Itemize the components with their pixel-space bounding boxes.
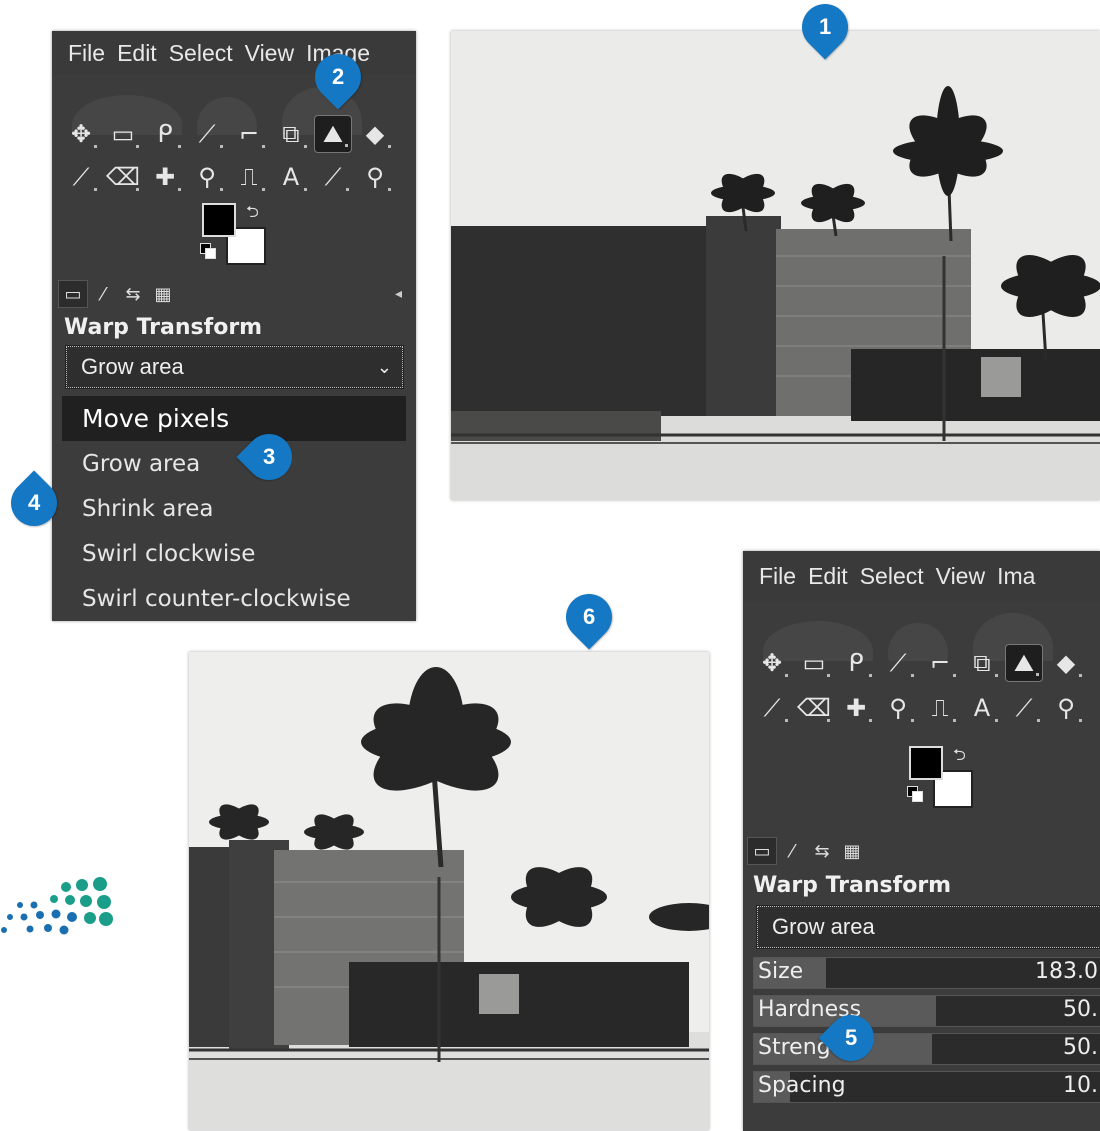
dock-menu-icon[interactable]: ◂ [395,286,402,302]
foreground-color-swatch[interactable] [909,746,943,780]
menu-select[interactable]: Select [860,563,924,590]
menu-edit[interactable]: Edit [808,563,848,590]
unified-transform-icon[interactable]: ⧉ [963,644,1001,682]
fuzzy-select-icon[interactable]: ⟋ [188,115,226,153]
unified-transform-icon[interactable]: ⧉ [272,115,310,153]
bucket-fill-icon[interactable]: ◆ [356,115,394,153]
menu-bar: File Edit Select View Ima [743,551,1100,601]
foreground-color-swatch[interactable] [202,203,236,237]
tool-options-title: Warp Transform [64,315,263,340]
option-swirl-clockwise[interactable]: Swirl clockwise [62,531,406,576]
gimp-panel-dropdown: File Edit Select View Image ✥ ▭ ᑭ ⟋ ⌐ ⧉ … [52,31,416,621]
paintbrush-icon[interactable]: ⟋ [62,158,100,196]
warp-mode-value: Grow area [81,354,184,379]
paths-icon[interactable]: ⎍ [230,158,268,196]
size-slider[interactable]: Size 183.0 [753,957,1100,989]
toolbox-row1: ✥ ▭ ᑭ ⟋ ⌐ ⧉ ⛰ ◆ [753,644,1093,682]
option-move-pixels[interactable]: Move pixels [62,396,406,441]
free-select-icon[interactable]: ᑭ [146,115,184,153]
menu-select[interactable]: Select [169,40,233,67]
text-icon[interactable]: A [272,158,310,196]
default-colors-icon[interactable] [907,786,923,802]
fort-photo-grown [189,652,709,1130]
original-photo [451,31,1100,500]
menu-view[interactable]: View [936,563,985,590]
toolbox-row1: ✥ ▭ ᑭ ⟋ ⌐ ⧉ ⛰ ◆ [62,115,402,153]
eraser-icon[interactable]: ⌫ [795,689,833,727]
swap-colors-icon[interactable]: ⮌ [953,744,966,771]
move-tool-icon[interactable]: ✥ [62,115,100,153]
chevron-down-icon: ⌄ [376,356,392,377]
images-tab-icon[interactable]: ▦ [148,280,178,308]
heal-icon[interactable]: ✚ [837,689,875,727]
undo-history-tab-icon[interactable]: ⇆ [807,837,837,865]
crop-icon[interactable]: ⌐ [921,644,959,682]
slider-value: 50. [1063,997,1098,1022]
spacing-slider[interactable]: Spacing 10. [753,1071,1100,1103]
ministry-logo [0,875,120,975]
tool-options-tab-icon[interactable]: ▭ [747,837,777,865]
hardness-slider[interactable]: Hardness 50. [753,995,1100,1027]
eraser-icon[interactable]: ⌫ [104,158,142,196]
smudge-icon[interactable]: ⚲ [188,158,226,196]
fg-bg-colors[interactable]: ⮌ [907,744,979,810]
paintbrush-icon[interactable]: ⟋ [753,689,791,727]
warp-mode-dropdown: Move pixels Grow area Shrink area Swirl … [62,396,406,621]
dock-tabs: ▭ ⁄ ⇆ ▦ ◂ [58,279,410,309]
heal-icon[interactable]: ✚ [146,158,184,196]
device-status-tab-icon[interactable]: ⁄ [777,837,807,865]
smudge-icon[interactable]: ⚲ [879,689,917,727]
warp-transform-icon[interactable]: ⛰ [1005,644,1043,682]
gimp-panel-options: File Edit Select View Ima ✥ ▭ ᑭ ⟋ ⌐ ⧉ ⛰ … [743,551,1100,1131]
toolbox-row2: ⟋ ⌫ ✚ ⚲ ⎍ A ⟋ ⚲ [753,689,1093,727]
bucket-fill-icon[interactable]: ◆ [1047,644,1085,682]
warp-mode-select[interactable]: Grow area [756,905,1100,949]
warped-photo [189,652,709,1130]
slider-value: 10. [1063,1073,1098,1098]
dot-logo-icon [1,877,113,935]
zoom-icon[interactable]: ⚲ [1047,689,1085,727]
slider-label: Size [758,959,804,984]
slider-value: 183.0 [1035,959,1098,984]
color-picker-icon[interactable]: ⟋ [314,158,352,196]
toolbox-row2: ⟋ ⌫ ✚ ⚲ ⎍ A ⟋ ⚲ [62,158,402,196]
menu-view[interactable]: View [245,40,294,67]
free-select-icon[interactable]: ᑭ [837,644,875,682]
images-tab-icon[interactable]: ▦ [837,837,867,865]
fg-bg-colors[interactable]: ⮌ [200,201,272,267]
fort-photo-original [451,31,1100,500]
tool-options-title: Warp Transform [753,873,952,898]
callout-6: 6 [556,584,622,650]
color-picker-icon[interactable]: ⟋ [1005,689,1043,727]
strength-slider[interactable]: Strength 50. [753,1033,1100,1065]
fuzzy-select-icon[interactable]: ⟋ [879,644,917,682]
dock-tabs: ▭ ⁄ ⇆ ▦ [747,836,1094,866]
option-swirl-counter-clockwise[interactable]: Swirl counter-clockwise [62,576,406,621]
device-status-tab-icon[interactable]: ⁄ [88,280,118,308]
menu-file[interactable]: File [759,563,796,590]
rect-select-icon[interactable]: ▭ [104,115,142,153]
tool-options-tab-icon[interactable]: ▭ [58,280,88,308]
menu-file[interactable]: File [68,40,105,67]
menu-edit[interactable]: Edit [117,40,157,67]
option-shrink-area[interactable]: Shrink area [62,486,406,531]
warp-mode-value: Grow area [772,914,875,939]
default-colors-icon[interactable] [200,243,216,259]
paths-icon[interactable]: ⎍ [921,689,959,727]
warp-transform-icon[interactable]: ⛰ [314,115,352,153]
option-grow-area[interactable]: Grow area [62,441,406,486]
menu-bar: File Edit Select View Image [52,31,416,75]
zoom-icon[interactable]: ⚲ [356,158,394,196]
swap-colors-icon[interactable]: ⮌ [246,201,259,228]
slider-label: Spacing [758,1073,846,1098]
slider-value: 50. [1063,1035,1098,1060]
move-tool-icon[interactable]: ✥ [753,644,791,682]
warp-mode-select[interactable]: Grow area ⌄ [65,345,404,389]
rect-select-icon[interactable]: ▭ [795,644,833,682]
text-icon[interactable]: A [963,689,1001,727]
menu-image[interactable]: Ima [997,563,1035,590]
crop-icon[interactable]: ⌐ [230,115,268,153]
undo-history-tab-icon[interactable]: ⇆ [118,280,148,308]
